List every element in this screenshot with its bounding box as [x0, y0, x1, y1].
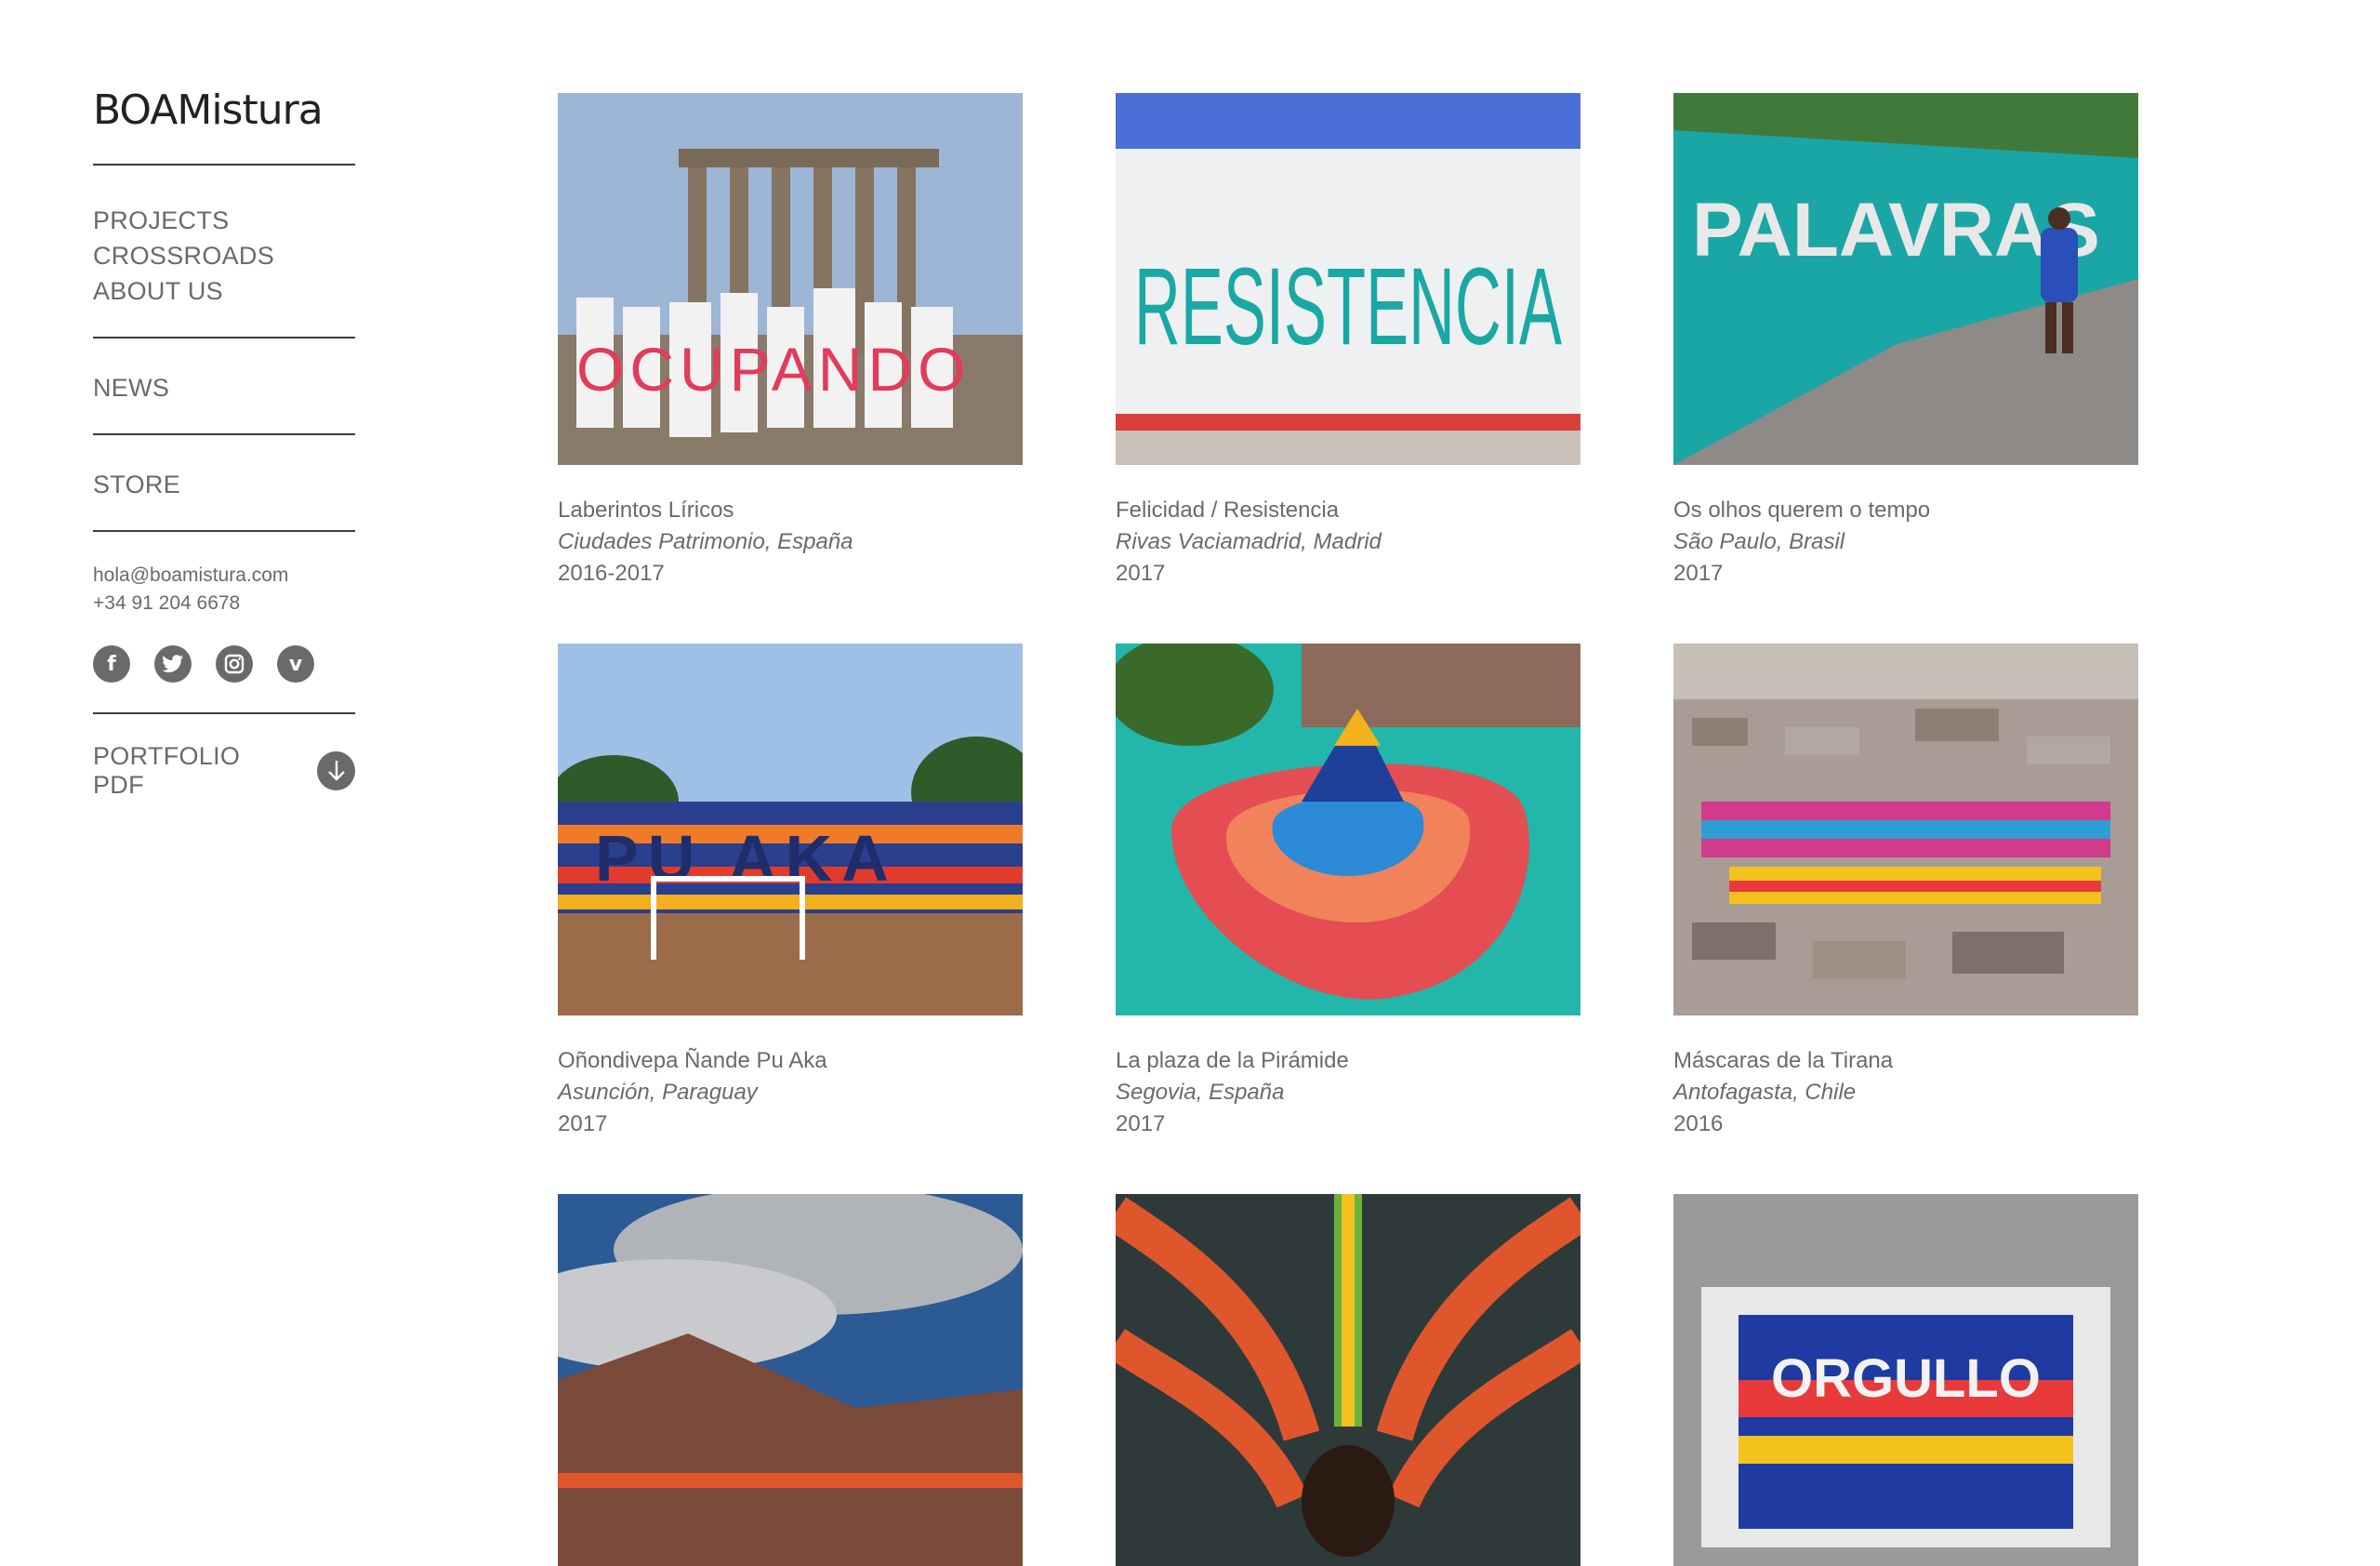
portfolio-pdf-link[interactable]: PORTFOLIO PDF [93, 714, 355, 800]
project-year: 2016-2017 [558, 561, 665, 586]
contact-phone: +34 91 204 6678 [93, 592, 241, 614]
social-links: f v [93, 645, 355, 683]
project-image[interactable]: ORGULLO [1673, 1194, 2138, 1566]
project-image[interactable] [1116, 644, 1580, 1015]
project-card[interactable]: OCUPANDO Laberintos Líricos Ciudades Pat… [558, 93, 1023, 590]
main-nav: PROJECTS CROSSROADS ABOUT US [93, 166, 355, 337]
nav-projects[interactable]: PROJECTS [93, 203, 355, 238]
project-caption: Máscaras de la Tirana Antofagasta, Chile… [1673, 1045, 2138, 1140]
instagram-icon[interactable] [216, 645, 253, 683]
project-image[interactable] [558, 1194, 1023, 1566]
sidebar: BOAMistura PROJECTS CROSSROADS ABOUT US … [93, 89, 355, 800]
nav-news[interactable]: NEWS [93, 370, 355, 405]
portfolio-pdf-label: PORTFOLIO PDF [93, 742, 241, 799]
project-image[interactable]: RESISTENCIA [1116, 93, 1580, 465]
project-title[interactable]: Laberintos Líricos [558, 495, 1023, 526]
twitter-icon[interactable] [154, 645, 192, 683]
project-card[interactable]: La plaza de la Pirámide Segovia, España … [1116, 644, 1580, 1140]
nav-store[interactable]: STORE [93, 467, 355, 502]
brand-logo[interactable]: BOAMistura [93, 89, 355, 132]
project-image[interactable] [1116, 1194, 1580, 1566]
project-year: 2017 [1116, 561, 1166, 586]
project-title[interactable]: Os olhos querem o tempo [1673, 495, 2138, 526]
project-location: Asunción, Paraguay [558, 1080, 758, 1105]
project-year: 2017 [1116, 1111, 1166, 1136]
nav-about-us[interactable]: ABOUT US [93, 273, 355, 309]
project-card[interactable] [1116, 1194, 1580, 1566]
project-location: Antofagasta, Chile [1673, 1080, 1857, 1105]
project-card[interactable]: Máscaras de la Tirana Antofagasta, Chile… [1673, 644, 2138, 1140]
project-title[interactable]: Oñondivepa Ñande Pu Aka [558, 1045, 1023, 1077]
project-year: 2016 [1673, 1111, 1724, 1136]
project-title[interactable]: Máscaras de la Tirana [1673, 1045, 2138, 1077]
project-card[interactable]: RESISTENCIA Felicidad / Resistencia Riva… [1116, 93, 1580, 590]
project-card[interactable]: PU AKA Oñondivepa Ñande Pu Aka Asunción,… [558, 644, 1023, 1140]
project-caption: La plaza de la Pirámide Segovia, España … [1116, 1045, 1580, 1140]
project-card[interactable]: PALAVRAS Os olhos querem o tempo São Pau… [1673, 93, 2138, 590]
project-image[interactable]: PU AKA [558, 644, 1023, 1015]
vimeo-icon[interactable]: v [277, 645, 314, 683]
project-caption: Laberintos Líricos Ciudades Patrimonio, … [558, 495, 1023, 590]
project-title[interactable]: Felicidad / Resistencia [1116, 495, 1580, 526]
project-caption: Felicidad / Resistencia Rivas Vaciamadri… [1116, 495, 1580, 590]
project-year: 2017 [558, 1111, 608, 1136]
contact-info: hola@boamistura.com +34 91 204 6678 [93, 532, 355, 617]
mural-lettering: RESISTENCIA [1134, 246, 1562, 368]
project-card[interactable]: ORGULLO [1673, 1194, 2138, 1566]
mural-lettering: PALAVRAS [1692, 188, 2100, 272]
download-arrow-icon[interactable] [317, 751, 355, 790]
mural-lettering: PU AKA [595, 822, 898, 895]
facebook-icon[interactable]: f [93, 645, 130, 683]
project-title[interactable]: La plaza de la Pirámide [1116, 1045, 1580, 1077]
mural-lettering: ORGULLO [1771, 1348, 2041, 1409]
project-image[interactable]: PALAVRAS [1673, 93, 2138, 465]
project-location: Ciudades Patrimonio, España [558, 529, 853, 554]
project-location: São Paulo, Brasil [1673, 529, 1845, 554]
project-image[interactable] [1673, 644, 2138, 1015]
project-caption: Oñondivepa Ñande Pu Aka Asunción, Paragu… [558, 1045, 1023, 1140]
project-caption: Os olhos querem o tempo São Paulo, Brasi… [1673, 495, 2138, 590]
project-location: Rivas Vaciamadrid, Madrid [1116, 529, 1382, 554]
project-card[interactable] [558, 1194, 1023, 1566]
project-location: Segovia, España [1116, 1080, 1285, 1105]
nav-crossroads[interactable]: CROSSROADS [93, 238, 355, 273]
contact-email[interactable]: hola@boamistura.com [93, 562, 355, 590]
project-image[interactable]: OCUPANDO [558, 93, 1023, 465]
mural-lettering: OCUPANDO [576, 335, 971, 404]
project-year: 2017 [1673, 561, 1724, 586]
